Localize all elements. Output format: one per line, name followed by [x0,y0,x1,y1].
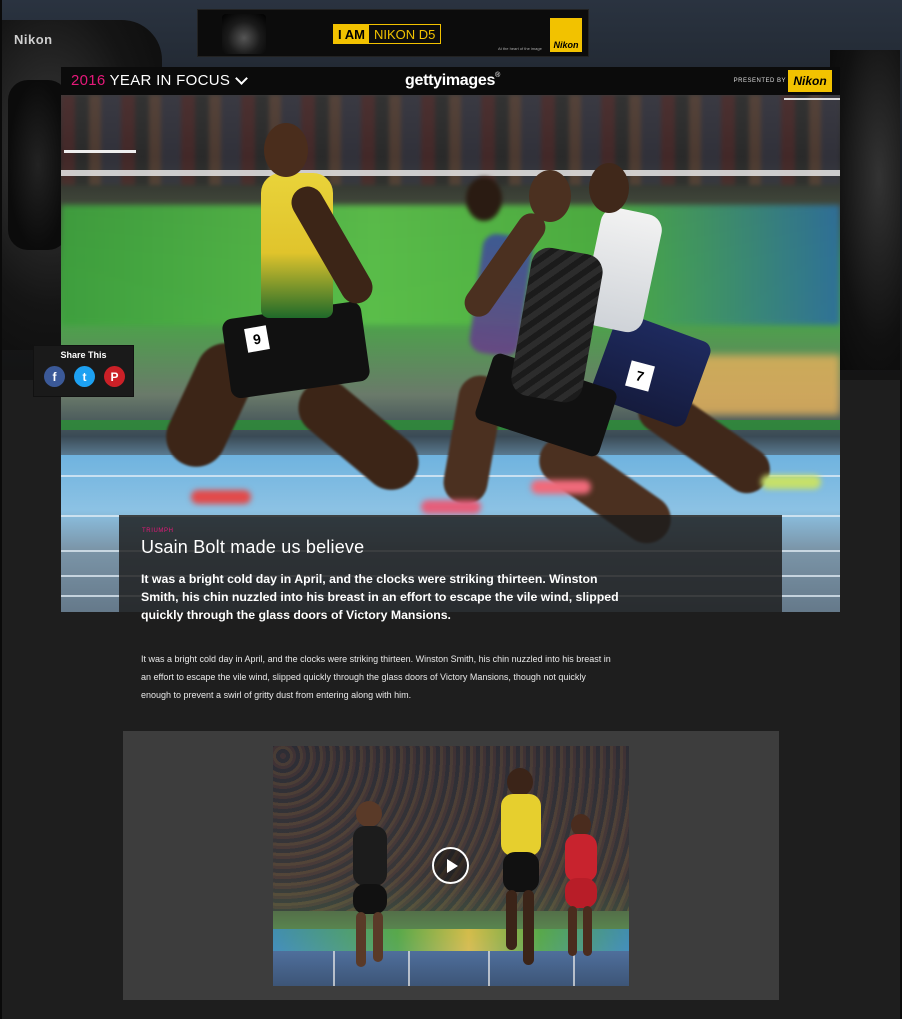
athlete-right-torso [565,834,597,882]
camera-brand-label: Nikon [14,32,53,47]
site-header: 2016 YEAR IN FOCUS gettyimages® PRESENTE… [61,67,840,95]
athlete-center-torso [501,794,541,856]
slide-progress-indicator [784,98,840,100]
pinterest-icon[interactable]: P [104,366,125,387]
athlete-right-leg [583,906,592,956]
athlete-right-head [571,814,591,836]
runner-bib-9: 9 [244,325,270,353]
lane-line [333,951,335,986]
runner-white-head [589,163,629,213]
video-track [273,951,629,986]
athlete-left-leg [356,912,366,967]
athlete-left-head [356,801,382,827]
caption-title: Usain Bolt made us believe [141,537,365,557]
athlete-center-head [507,768,533,796]
logo-text: gettyimages [405,72,496,89]
shoe-blur [421,500,481,514]
athlete-left-leg [373,912,383,962]
twitter-icon[interactable]: t [74,366,95,387]
logo-registered-mark: ® [495,72,500,79]
ad-tag-model: NIKON D5 [373,27,436,42]
lane-line [488,951,490,986]
athlete-center-leg [523,890,534,965]
facebook-icon[interactable]: f [44,366,65,387]
nikon-logo-text: Nikon [553,40,579,50]
video-player[interactable] [273,746,629,986]
camera-right-decor [830,50,900,370]
sponsor-logo-text: Nikon [793,74,827,88]
ad-banner[interactable]: I AM NIKON D5 At the heart of the image … [197,9,589,57]
athlete-center-shorts [503,852,539,892]
share-label: Share This [60,350,107,360]
lane-line [573,951,575,986]
hero-rail-accent [64,150,136,153]
athlete-left-shorts [353,884,387,914]
caption-lede: It was a bright cold day in April, and t… [141,572,619,622]
ad-tag: I AM NIKON D5 [333,24,442,44]
camera-icon [222,14,266,54]
hero-advertising-board [61,205,840,325]
year-label: 2016 [71,72,106,89]
camera-lens-icon [8,80,68,250]
share-widget: Share This f t P [33,345,134,397]
athlete-right-leg [568,906,577,956]
athlete-left-torso [353,826,387,886]
runner-black-head [529,170,571,222]
hero-rail [61,170,840,176]
chevron-down-icon [235,72,249,85]
year-in-focus-dropdown[interactable]: 2016 YEAR IN FOCUS [71,72,249,89]
runner-blur-head [466,177,502,221]
twitter-glyph: t [82,369,87,384]
runner-bolt-head [264,123,308,177]
sponsor-logo[interactable]: Nikon [788,70,832,92]
nikon-logo: Nikon [550,18,582,52]
play-icon[interactable] [432,847,469,884]
shoe-blur [531,480,591,494]
caption-kicker: TRIUMPH [142,528,174,534]
ad-tag-bold: I AM [334,25,369,43]
shoe-blur [191,490,251,504]
pinterest-glyph: P [110,369,119,384]
athlete-center-leg [506,890,517,950]
photo-caption: TRIUMPH Usain Bolt made us believe It wa… [119,515,782,622]
shoe-blur [761,475,821,489]
section-title: YEAR IN FOCUS [109,72,231,89]
lane-line [408,951,410,986]
video-section [123,731,779,1000]
play-triangle [446,858,458,873]
getty-images-logo[interactable]: gettyimages® [405,72,500,90]
page: Nikon I AM NIKON D5 At the heart of the … [0,0,902,1019]
athlete-right-shorts [565,878,597,908]
ad-tagline: At the heart of the image [498,46,542,51]
facebook-glyph: f [52,369,57,384]
article-body: It was a bright cold day in April, and t… [141,654,611,700]
presented-by-label: PRESENTED BY [733,78,786,84]
